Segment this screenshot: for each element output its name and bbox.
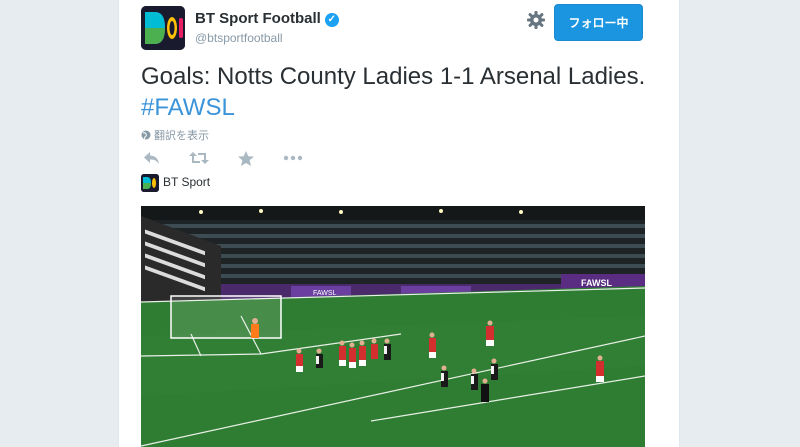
verified-badge-icon: ✓ [324,13,339,27]
tweet-body: Goals: Notts County Ladies 1-1 Arsenal L… [141,63,646,90]
source-label[interactable]: BT Sport [163,175,210,189]
globe-icon [141,129,151,142]
tweet-card: BT Sport Football ✓ @btsportfootball フォロー… [118,0,680,447]
goalkeeper [251,318,259,338]
video-player[interactable]: FAWSL FAWSL [141,206,645,447]
favorite-icon[interactable] [237,150,259,168]
retweet-icon[interactable] [189,150,211,168]
ad-board-text: FAWSL [581,278,613,288]
more-icon[interactable] [283,150,305,168]
translate-link[interactable]: 翻訳を表示 [141,127,209,143]
following-button[interactable]: フォロー中 [554,4,643,41]
hashtag-link[interactable]: #FAWSL [141,94,235,121]
display-name[interactable]: BT Sport Football [195,10,321,27]
bt-sport-logo-icon [141,174,159,192]
account-handle[interactable]: @btsportfootball [195,31,283,45]
account-name[interactable]: BT Sport Football ✓ [195,10,339,27]
profile-avatar[interactable] [141,6,185,50]
gear-icon[interactable] [526,10,546,30]
reply-icon[interactable] [143,150,165,168]
translate-label[interactable]: 翻訳を表示 [154,129,209,142]
media-source[interactable]: BT Sport [141,174,210,192]
tweet-text: Goals: Notts County Ladies 1-1 Arsenal L… [141,61,661,123]
match-video-frame: FAWSL FAWSL [141,206,645,447]
